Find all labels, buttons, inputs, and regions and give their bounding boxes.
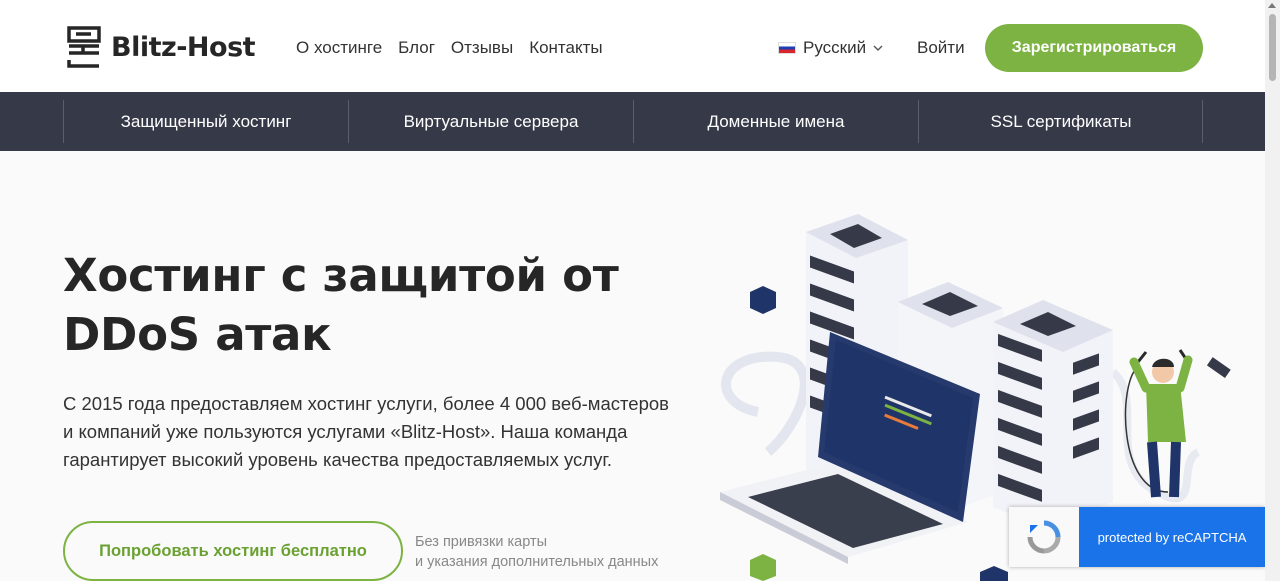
logo-mark-icon [67, 26, 101, 68]
services-nav: Защищенный хостинг Виртуальные сервера Д… [0, 92, 1265, 151]
try-note: Без привязки карты и указания дополнител… [415, 532, 658, 572]
recaptcha-badge[interactable]: protected by reCAPTCHA [1009, 507, 1265, 567]
try-note-line2: и указания дополнительных данных [415, 554, 659, 570]
person-figure [1129, 349, 1231, 498]
scrollbar-thumb[interactable] [1269, 14, 1276, 81]
scrollbar[interactable] [1265, 0, 1280, 581]
language-label: Русский [803, 38, 867, 57]
service-ssl[interactable]: SSL сертификаты [918, 100, 1203, 143]
cube-decoration [750, 286, 776, 314]
site-header: Blitz-Host О хостинге Блог Отзывы Контак… [0, 0, 1265, 92]
service-secure-hosting[interactable]: Защищенный хостинг [63, 100, 348, 143]
cube-decoration-green [750, 554, 776, 581]
try-free-button[interactable]: Попробовать хостинг бесплатно [63, 521, 403, 581]
register-button[interactable]: Зарегистрироваться [985, 24, 1203, 72]
nav-blog[interactable]: Блог [398, 38, 435, 58]
main-nav: О хостинге Блог Отзывы Контакты [296, 38, 603, 58]
language-selector[interactable]: Русский [778, 38, 883, 58]
try-note-line1: Без привязки карты [415, 534, 548, 550]
cube-decoration-bottom [980, 566, 1008, 581]
recaptcha-icon [1009, 507, 1079, 567]
hero-description: С 2015 года предоставляем хостинг услуги… [63, 393, 669, 470]
logo-text: Blitz-Host [111, 31, 256, 63]
chevron-down-icon [873, 45, 883, 51]
services-nav-divider [1202, 100, 1203, 143]
nav-contacts[interactable]: Контакты [529, 38, 602, 58]
scroll-up-icon[interactable] [1268, 3, 1276, 8]
nav-about[interactable]: О хостинге [296, 38, 382, 58]
login-link[interactable]: Войти [917, 38, 965, 58]
russia-flag-icon [778, 42, 796, 54]
service-domains[interactable]: Доменные имена [633, 100, 918, 143]
service-vps[interactable]: Виртуальные сервера [348, 100, 633, 143]
hero-title: Хостинг с защитой от DDoS атак [63, 249, 619, 361]
logo-link[interactable]: Blitz-Host [67, 26, 256, 68]
nav-reviews[interactable]: Отзывы [451, 38, 513, 58]
recaptcha-label: protected by reCAPTCHA [1079, 507, 1265, 567]
